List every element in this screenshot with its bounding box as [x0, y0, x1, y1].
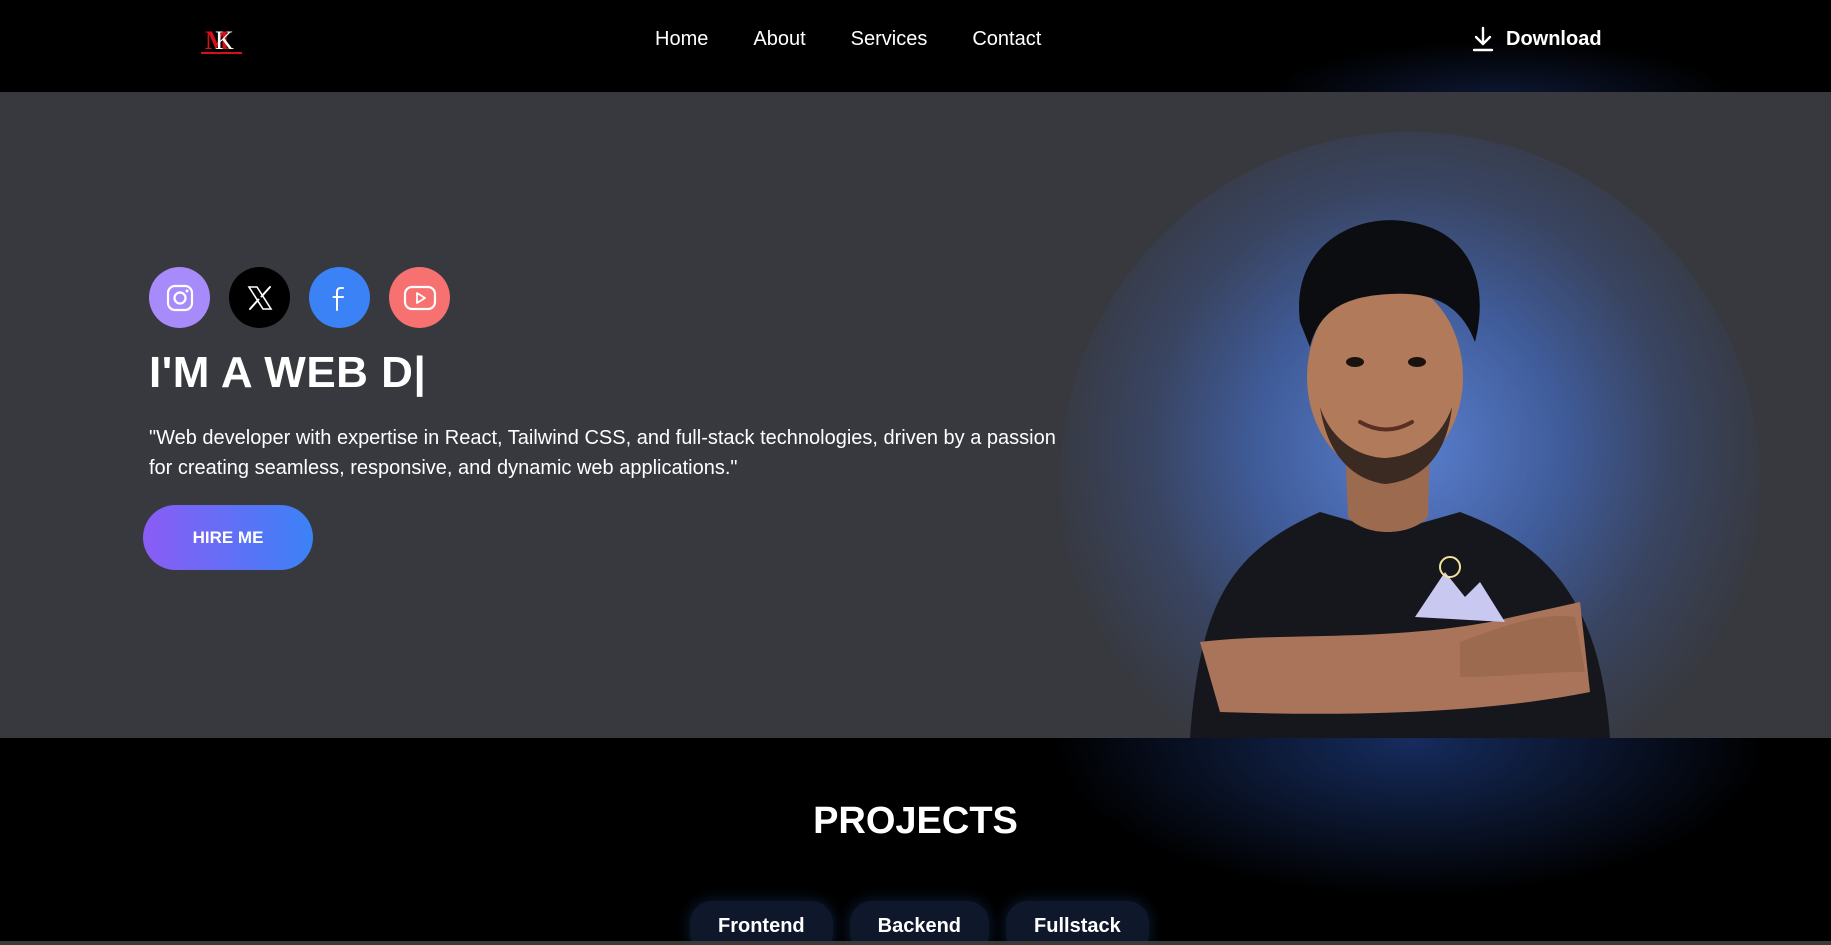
- site-logo[interactable]: M K: [201, 26, 242, 55]
- projects-section: PROJECTS Frontend Backend Fullstack: [0, 738, 1831, 945]
- profile-photo: [1190, 220, 1610, 738]
- nav-links: Home About Services Contact: [655, 28, 1086, 51]
- horizontal-scrollbar[interactable]: [0, 941, 1831, 945]
- download-button[interactable]: Download: [1472, 26, 1602, 52]
- nav-link-about[interactable]: About: [753, 28, 805, 51]
- top-navbar: M K Home About Services Contact Download: [0, 0, 1831, 160]
- tab-fullstack[interactable]: Fullstack: [1006, 901, 1149, 945]
- instagram-button[interactable]: [149, 267, 210, 328]
- nav-link-services[interactable]: Services: [851, 28, 928, 51]
- x-button[interactable]: [229, 267, 290, 328]
- social-links: [149, 267, 469, 328]
- youtube-icon: [403, 285, 436, 310]
- instagram-icon: [166, 284, 193, 311]
- hero-headline: I'M A WEB D|: [149, 348, 427, 397]
- nav-link-home[interactable]: Home: [655, 28, 708, 51]
- projects-title: PROJECTS: [813, 800, 1018, 842]
- facebook-button[interactable]: [309, 267, 370, 328]
- project-filter-tabs: Frontend Backend Fullstack: [690, 901, 1166, 945]
- facebook-icon: [332, 286, 344, 311]
- tab-backend[interactable]: Backend: [849, 901, 990, 945]
- hero-bio: "Web developer with expertise in React, …: [149, 427, 1056, 479]
- download-icon: [1472, 26, 1494, 52]
- hero-section: I'M A WEB D| "Web developer with experti…: [0, 92, 1831, 738]
- x-icon: [247, 285, 272, 310]
- youtube-button[interactable]: [389, 267, 450, 328]
- logo-underline: [201, 52, 242, 54]
- tab-frontend[interactable]: Frontend: [690, 901, 833, 945]
- download-label: Download: [1506, 27, 1602, 50]
- nav-link-contact[interactable]: Contact: [972, 28, 1041, 51]
- hire-me-button[interactable]: HIRE ME: [143, 505, 313, 570]
